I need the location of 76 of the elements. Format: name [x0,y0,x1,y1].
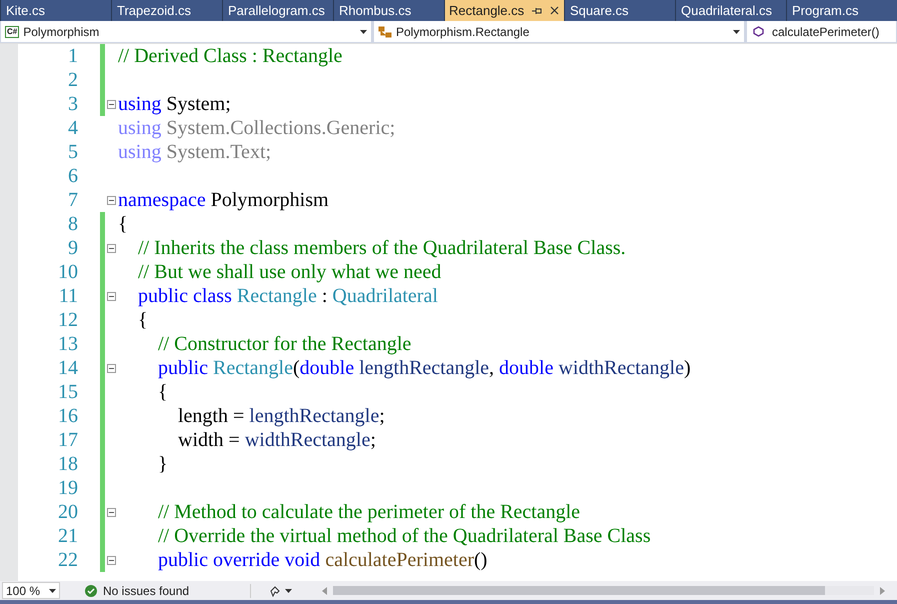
line-number: 14 [57,356,78,380]
editor-tab[interactable]: Trapezoid.cs [112,0,222,21]
collapse-icon[interactable] [107,100,116,108]
line-number: 11 [58,284,78,308]
line-number: 3 [67,92,78,116]
code-line: { [157,380,168,404]
code-line: public Rectangle(double lengthRectangle, double widthRectangle) [157,356,691,380]
collapse-icon[interactable] [107,196,116,204]
editor-tab[interactable]: Parallelogram.cs [223,0,333,21]
project-dropdown[interactable]: C# Polymorphism [1,21,371,42]
code-line: using System.Text; [118,140,272,164]
code-line: public class Rectangle : Quadrilateral [137,284,438,308]
line-number: 6 [67,164,78,188]
code-line: // Method to calculate the perimeter of the Rectangle [157,500,580,524]
code-line: using System; [118,92,231,116]
collapse-icon[interactable] [107,508,116,516]
code-line: // Inherits the class members of the Quadrilateral Base Class. [137,236,626,260]
caret-icon [733,30,740,34]
member-dropdown[interactable]: calculatePerimeter() [747,21,896,42]
editor-tab[interactable]: Kite.cs [1,0,111,21]
line-number: 10 [57,260,78,284]
editor-tab[interactable]: Rhombus.cs [334,0,444,21]
code-line: } [157,452,168,476]
close-icon[interactable] [550,6,560,15]
brush-icon [269,584,281,596]
code-line: using System.Collections.Generic; [118,116,396,140]
line-number: 15 [57,380,78,404]
editor-tab[interactable]: Program.cs [787,0,897,21]
code-line: width = widthRectangle; [177,428,376,452]
zoom-dropdown[interactable]: 100 % [2,582,60,599]
line-number: 18 [57,452,78,476]
code-line: // Override the virtual method of the Quadrilateral Base Class [157,524,651,548]
caret-icon [285,588,292,592]
code-line: // Derived Class : Rectangle [118,44,342,68]
code-line: // Constructor for the Rectangle [157,332,412,356]
code-line: public override void calculatePerimeter() [157,548,488,572]
check-circle-icon [85,584,97,596]
caret-icon [49,588,56,592]
issues-status[interactable]: No issues found [103,582,190,600]
line-number: 20 [57,500,78,524]
line-number: 19 [57,476,78,500]
collapse-icon[interactable] [107,556,116,564]
line-number: 12 [57,308,78,332]
project-name: Polymorphism [23,24,100,40]
csharp-icon: C# [5,26,20,38]
code-line: // But we shall use only what we need [137,260,442,284]
line-number: 7 [67,188,78,212]
method-icon [753,26,764,37]
line-number: 1 [67,44,78,68]
collapse-icon[interactable] [107,244,116,252]
code-line: { [137,308,148,332]
pin-icon[interactable] [532,6,542,14]
type-dropdown[interactable]: Polymorphism.Rectangle [374,21,744,42]
collapse-icon[interactable] [107,364,116,372]
cleanup-button[interactable] [269,584,292,596]
editor-tab[interactable]: Rectangle.cs [445,0,564,21]
type-name: Polymorphism.Rectangle [396,24,530,40]
line-number: 2 [67,68,78,92]
line-number: 21 [57,524,78,548]
line-number: 13 [57,332,78,356]
code-line: length = lengthRectangle; [177,404,385,428]
line-number: 5 [67,140,78,164]
code-line: { [118,212,128,236]
editor-tab[interactable]: Square.cs [565,0,675,21]
line-number: 17 [57,428,78,452]
line-number: 9 [67,236,78,260]
line-number: 16 [57,404,78,428]
line-number: 8 [67,212,78,236]
collapse-icon[interactable] [107,292,116,300]
editor-tab[interactable]: Quadrilateral.cs [676,0,786,21]
class-icon [378,26,392,38]
member-name: calculatePerimeter() [772,24,880,40]
caret-icon [360,30,367,34]
code-line: namespace Polymorphism [118,188,329,212]
line-number: 22 [57,548,78,572]
line-number: 4 [67,116,78,140]
